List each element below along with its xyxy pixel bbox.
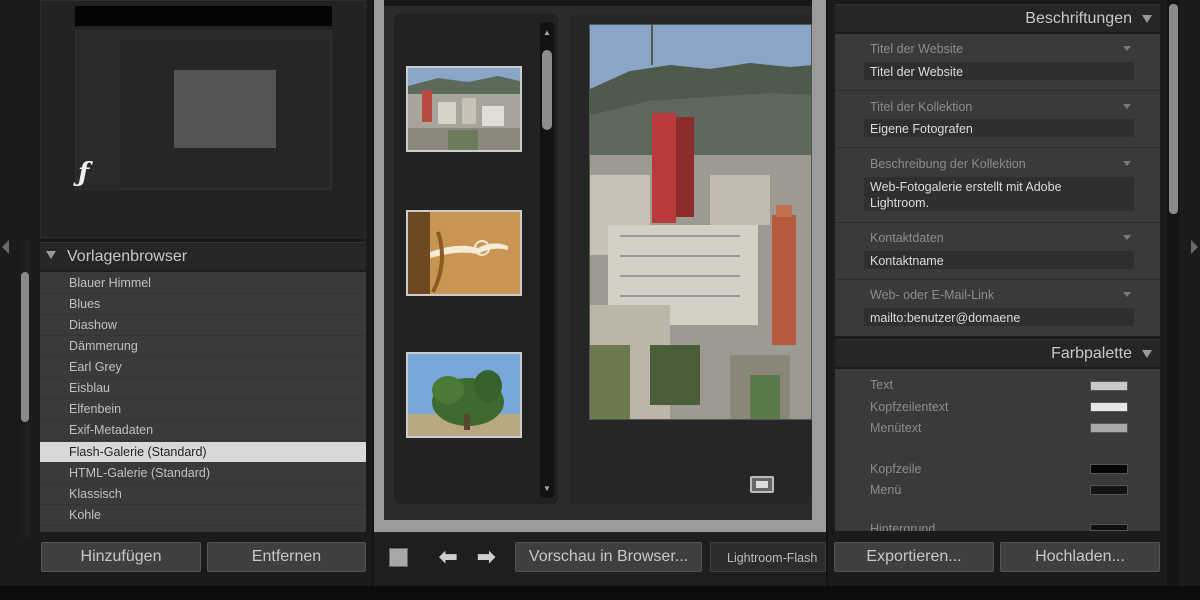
preview-in-browser-button[interactable]: Vorschau in Browser... bbox=[515, 542, 702, 572]
palette-label: Menütext bbox=[870, 421, 922, 435]
field-dropdown-icon[interactable] bbox=[1123, 104, 1131, 109]
field-dropdown-icon[interactable] bbox=[1123, 292, 1131, 297]
collapse-triangle-icon[interactable] bbox=[1142, 15, 1152, 23]
collection-title-field[interactable]: Eigene Fotografen bbox=[864, 119, 1134, 137]
previous-arrow-icon[interactable]: ⬅ bbox=[439, 544, 457, 570]
right-scrollbar-thumb[interactable] bbox=[1169, 4, 1178, 214]
template-list: Blauer Himmel Blues Diashow Dämmerung Ea… bbox=[40, 272, 366, 532]
thumbnail-city[interactable] bbox=[406, 66, 522, 152]
template-item-selected[interactable]: Flash-Galerie (Standard) bbox=[40, 442, 366, 463]
collapse-right-panel-icon[interactable] bbox=[1191, 240, 1198, 254]
thumbnail-abstract[interactable] bbox=[406, 210, 522, 296]
site-title-field[interactable]: Titel der Website bbox=[864, 62, 1134, 80]
template-browser-title: Vorlagenbrowser bbox=[67, 248, 188, 265]
color-palette-title: Farbpalette bbox=[1051, 345, 1132, 362]
add-template-button[interactable]: Hinzufügen bbox=[41, 542, 201, 572]
template-item[interactable]: Klassisch bbox=[40, 484, 366, 505]
menu-text-color-swatch[interactable] bbox=[1090, 423, 1128, 433]
field-divider bbox=[835, 147, 1160, 148]
template-item[interactable]: Blues bbox=[40, 294, 366, 315]
flash-logo-icon: ƒ bbox=[78, 158, 90, 188]
web-email-link-field[interactable]: mailto:benutzer@domaene bbox=[864, 308, 1134, 326]
contact-info-field[interactable]: Kontaktname bbox=[864, 251, 1134, 269]
captions-title: Beschriftungen bbox=[1025, 10, 1132, 27]
field-dropdown-icon[interactable] bbox=[1123, 46, 1131, 51]
text-color-swatch[interactable] bbox=[1090, 381, 1128, 391]
upload-button[interactable]: Hochladen... bbox=[1000, 542, 1160, 572]
template-item[interactable]: Diashow bbox=[40, 315, 366, 336]
gallery-engine-select[interactable]: Lightroom-Flash bbox=[710, 542, 826, 572]
field-dropdown-icon[interactable] bbox=[1123, 161, 1131, 166]
color-palette-section bbox=[835, 369, 1160, 531]
palette-label: Kopfzeilentext bbox=[870, 400, 949, 414]
palette-label: Kopfzeile bbox=[870, 462, 922, 476]
field-label: Titel der Kollektion bbox=[870, 100, 973, 114]
template-item[interactable]: Exif-Metadaten bbox=[40, 420, 366, 441]
template-browser-header[interactable]: Vorlagenbrowser bbox=[40, 242, 366, 270]
template-item[interactable]: Elfenbein bbox=[40, 399, 366, 420]
collapse-triangle-icon[interactable] bbox=[1142, 350, 1152, 358]
template-item[interactable]: Blauer Himmel bbox=[40, 273, 366, 294]
field-label: Web- oder E-Mail-Link bbox=[870, 288, 995, 302]
palette-label: Text bbox=[870, 378, 893, 392]
status-bar bbox=[0, 586, 1200, 600]
template-item[interactable]: Dämmerung bbox=[40, 336, 366, 357]
captions-header[interactable]: Beschriftungen bbox=[835, 4, 1160, 32]
palette-label: Menü bbox=[870, 483, 902, 497]
field-label: Kontaktdaten bbox=[870, 231, 944, 245]
preview-title-strip bbox=[75, 6, 332, 26]
template-item[interactable]: HTML-Galerie (Standard) bbox=[40, 463, 366, 484]
stop-icon[interactable] bbox=[389, 548, 408, 567]
color-palette-header[interactable]: Farbpalette bbox=[835, 339, 1160, 367]
template-item[interactable]: Earl Grey bbox=[40, 357, 366, 378]
collapse-triangle-icon[interactable] bbox=[46, 251, 56, 259]
menu-color-swatch[interactable] bbox=[1090, 485, 1128, 495]
fullscreen-icon[interactable] bbox=[750, 476, 774, 493]
remove-template-button[interactable]: Entfernen bbox=[207, 542, 366, 572]
scroll-down-icon[interactable]: ▼ bbox=[543, 484, 551, 493]
field-divider bbox=[835, 90, 1160, 91]
thumbnail-tree[interactable] bbox=[406, 352, 522, 438]
field-divider bbox=[835, 279, 1160, 280]
background-color-swatch[interactable] bbox=[1090, 524, 1128, 531]
template-item[interactable]: Kohle bbox=[40, 505, 366, 526]
left-scrollbar-thumb[interactable] bbox=[21, 272, 29, 422]
thumbnail-scrollbar-thumb[interactable] bbox=[542, 50, 552, 130]
header-text-color-swatch[interactable] bbox=[1090, 402, 1128, 412]
export-button[interactable]: Exportieren... bbox=[834, 542, 994, 572]
main-photo[interactable] bbox=[589, 24, 812, 420]
preview-image-placeholder bbox=[174, 70, 276, 148]
next-arrow-icon[interactable]: ➡ bbox=[477, 544, 495, 570]
field-label: Titel der Website bbox=[870, 42, 964, 56]
field-dropdown-icon[interactable] bbox=[1123, 235, 1131, 240]
collection-description-field[interactable]: Web-Fotogalerie erstellt mit Adobe Light… bbox=[864, 177, 1134, 211]
header-color-swatch[interactable] bbox=[1090, 464, 1128, 474]
field-divider bbox=[835, 222, 1160, 223]
scroll-up-icon[interactable]: ▲ bbox=[543, 28, 551, 37]
field-label: Beschreibung der Kollektion bbox=[870, 157, 1026, 171]
template-item[interactable]: Eisblau bbox=[40, 378, 366, 399]
palette-label: Hintergrund bbox=[870, 522, 936, 531]
collapse-left-panel-icon[interactable] bbox=[2, 240, 9, 254]
